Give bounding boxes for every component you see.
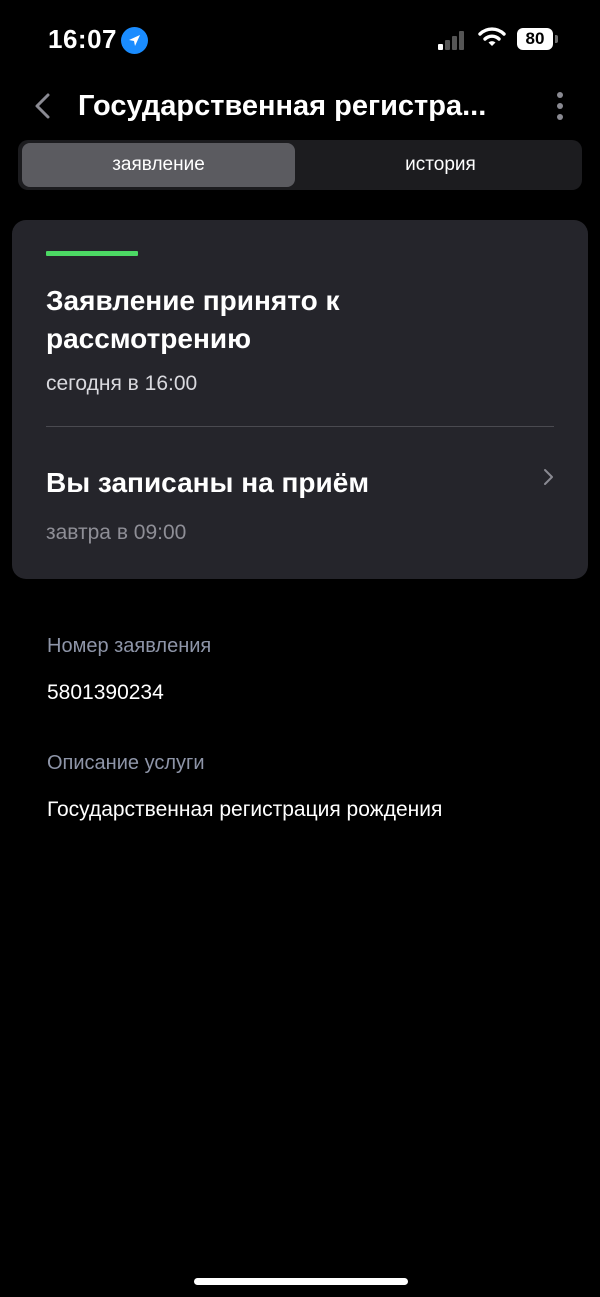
status-time: 16:07 — [48, 24, 117, 54]
appointment-row[interactable]: Вы записаны на приём завтра в 09:00 — [12, 427, 588, 577]
tab-history[interactable]: история — [304, 143, 577, 187]
status-bar: 16:07 80 — [0, 0, 600, 80]
cellular-signal-icon — [438, 30, 468, 50]
status-progress-indicator — [46, 251, 138, 256]
status-title: Заявление принято к рассмотрению — [46, 285, 340, 354]
more-button[interactable] — [545, 88, 575, 124]
appointment-title: Вы записаны на приём — [46, 467, 370, 498]
application-number-value: 5801390234 — [47, 681, 164, 704]
battery-tip — [555, 35, 558, 43]
service-description-label: Описание услуги — [47, 752, 205, 774]
application-number-label: Номер заявления — [47, 635, 212, 657]
battery-icon: 80 — [517, 28, 553, 50]
appointment-time: завтра в 09:00 — [46, 521, 187, 544]
chevron-left-icon — [35, 93, 50, 119]
status-time-text: сегодня в 16:00 — [46, 372, 198, 395]
service-description-value: Государственная регистрация рождения — [47, 798, 443, 821]
chevron-right-icon — [544, 469, 553, 485]
segmented-control: заявление история — [18, 140, 582, 190]
application-status-card: Заявление принято к рассмотрению сегодня… — [12, 220, 588, 579]
home-indicator[interactable] — [194, 1278, 408, 1285]
wifi-icon — [478, 26, 506, 53]
back-button[interactable] — [26, 86, 66, 126]
tab-application[interactable]: заявление — [22, 143, 295, 187]
location-arrow-icon — [121, 27, 148, 54]
page-title: Государственная регистра... — [78, 90, 487, 122]
